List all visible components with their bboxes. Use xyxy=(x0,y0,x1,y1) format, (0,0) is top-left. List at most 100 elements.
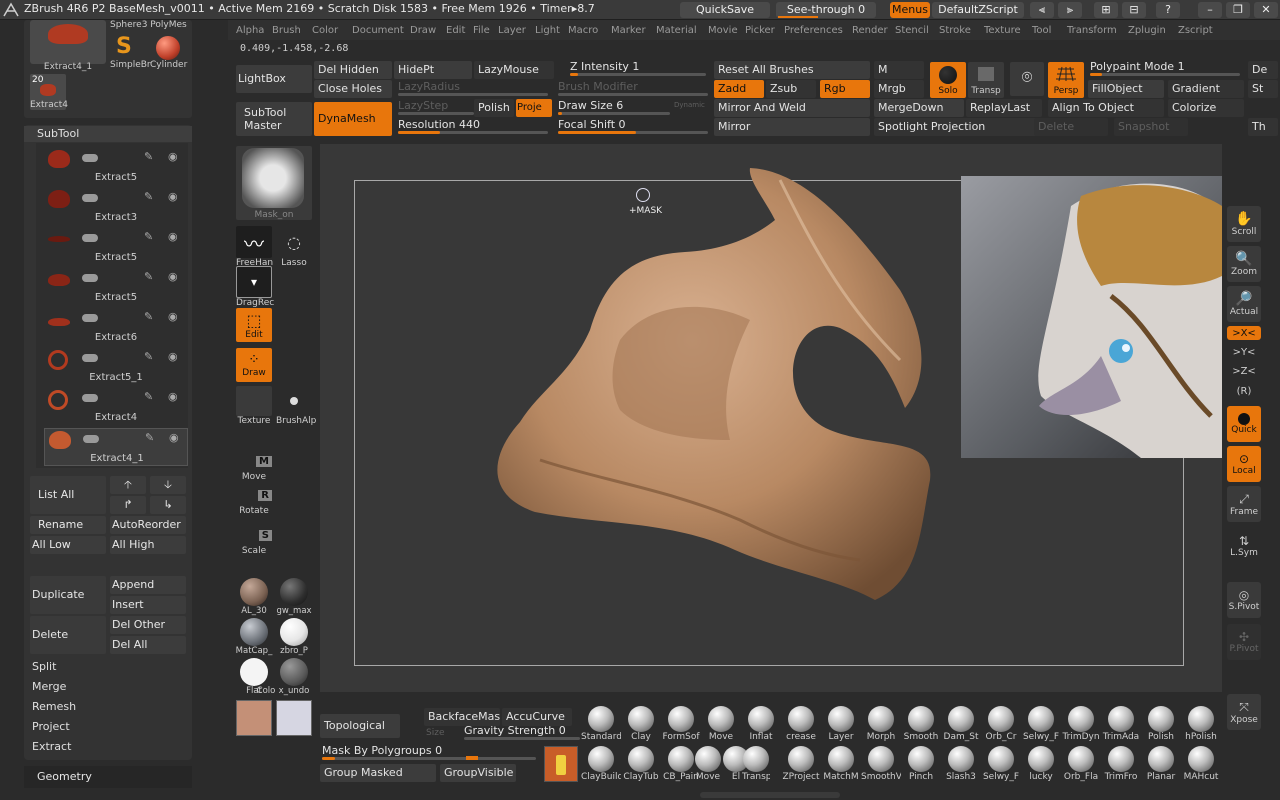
gravity-strength-slider[interactable]: Gravity Strength 0 xyxy=(464,724,580,742)
subtool-toggle[interactable] xyxy=(82,274,98,282)
remesh-section[interactable]: Remesh xyxy=(32,700,76,713)
rename-button[interactable]: Rename xyxy=(30,516,106,534)
sym-y-button[interactable]: >Y< xyxy=(1227,345,1262,359)
brush-slot[interactable]: Move xyxy=(701,706,741,742)
brush-slot[interactable]: Inflat xyxy=(741,706,781,742)
menu-marker[interactable]: Marker xyxy=(611,25,646,36)
material-slot[interactable]: x_undo xyxy=(275,658,313,696)
helmet-sculpt[interactable] xyxy=(480,160,950,610)
hidept-button[interactable]: HidePt xyxy=(394,61,472,79)
mirror-and-weld-button[interactable]: Mirror And Weld xyxy=(714,99,870,117)
scroll-button[interactable]: ✋ Scroll xyxy=(1227,206,1262,242)
material-slot[interactable]: gw_max xyxy=(275,578,313,616)
menu-color[interactable]: Color xyxy=(312,25,338,36)
material-slot[interactable]: AL_30 xyxy=(235,578,273,616)
subtool-row[interactable]: ✎ ◉ Extract4 xyxy=(44,388,188,426)
extract-section[interactable]: Extract xyxy=(32,740,71,753)
polypaint-mode-slider[interactable]: Polypaint Mode 1 xyxy=(1090,60,1240,78)
subtool-row[interactable]: ✎ ◉ Extract5 xyxy=(44,228,188,266)
spotlight-projection-button[interactable]: Spotlight Projection xyxy=(874,118,1054,136)
st-button[interactable]: St xyxy=(1248,80,1278,98)
mrgb-button[interactable]: Mrgb xyxy=(874,80,924,98)
brush-slot[interactable]: MAHcut xyxy=(1181,746,1221,782)
menu-material[interactable]: Material xyxy=(656,25,697,36)
mergedown-button[interactable]: MergeDown xyxy=(874,99,964,117)
menus-button[interactable]: Menus xyxy=(890,2,930,18)
camera-icon[interactable]: ⌾ xyxy=(1010,62,1044,96)
menu-alpha[interactable]: Alpha xyxy=(236,25,264,36)
autoreorder-button[interactable]: AutoReorder xyxy=(110,516,186,534)
delete-button-dim[interactable]: Delete xyxy=(1034,118,1108,136)
brush-alpha-preview[interactable]: Mask_on xyxy=(236,146,312,220)
lsym-button[interactable]: ⇅ L.Sym xyxy=(1227,528,1262,564)
mirror-button[interactable]: Mirror xyxy=(714,118,870,136)
secondary-color-swatch[interactable] xyxy=(276,700,312,736)
menu-edit[interactable]: Edit xyxy=(446,25,465,36)
project-button[interactable]: Proje xyxy=(516,99,552,117)
brush-slot[interactable]: Standard xyxy=(581,706,621,742)
lazystep-slider[interactable]: LazyStep xyxy=(398,99,474,117)
quicksave-button[interactable]: QuickSave xyxy=(680,2,770,18)
brush-slot[interactable]: Transpo xyxy=(742,746,770,782)
persp-button[interactable]: Persp xyxy=(1048,62,1084,98)
menu-texture[interactable]: Texture xyxy=(984,25,1021,36)
layout-prev-icon[interactable]: ⫷ xyxy=(1030,2,1054,18)
rotate-mode-button[interactable]: R Rotate xyxy=(236,484,272,516)
main-color-swatch[interactable] xyxy=(236,700,272,736)
layout-next-icon[interactable]: ⫸ xyxy=(1058,2,1082,18)
brush-slot[interactable]: crease xyxy=(781,706,821,742)
lightbox-button[interactable]: LightBox xyxy=(236,65,312,93)
brush-slot[interactable]: Pinch xyxy=(901,746,941,782)
menu-render[interactable]: Render xyxy=(852,25,888,36)
brush-slot[interactable]: MatchM xyxy=(821,746,861,782)
help-icon[interactable]: ? xyxy=(1156,2,1180,18)
menu-file[interactable]: File xyxy=(473,25,490,36)
menu-zscript[interactable]: Zscript xyxy=(1178,25,1213,36)
draw-size-slider[interactable]: Draw Size 6 xyxy=(558,99,670,117)
duplicate-button[interactable]: Duplicate xyxy=(30,576,106,614)
zadd-button[interactable]: Zadd xyxy=(714,80,764,98)
menu-light[interactable]: Light xyxy=(535,25,560,36)
brush-alpha-slot[interactable]: BrushAlp xyxy=(276,386,316,426)
edit-mode-button[interactable]: ⬚ Edit xyxy=(236,308,272,342)
move-down-icon[interactable]: ↳ xyxy=(150,496,186,514)
align-to-object-button[interactable]: Align To Object xyxy=(1048,99,1164,117)
menu-stencil[interactable]: Stencil xyxy=(895,25,929,36)
subtool-row[interactable]: ✎ ◉ Extract5 xyxy=(44,268,188,306)
subtool-row[interactable]: ✎ ◉ Extract3 xyxy=(44,188,188,226)
eye-icon[interactable]: ◉ xyxy=(168,191,182,203)
subtool-toggle[interactable] xyxy=(82,314,98,322)
menu-brush[interactable]: Brush xyxy=(272,25,301,36)
menu-preferences[interactable]: Preferences xyxy=(784,25,843,36)
reset-all-brushes-button[interactable]: Reset All Brushes xyxy=(714,61,870,79)
menu-transform[interactable]: Transform xyxy=(1067,25,1117,36)
brush-slot[interactable]: Polish xyxy=(1141,706,1181,742)
m-button[interactable]: M xyxy=(874,61,924,79)
brush-slot[interactable]: ClayTub xyxy=(621,746,661,782)
brush-slot[interactable]: TrimFro xyxy=(1101,746,1141,782)
ppivot-button[interactable]: ✣ P.Pivot xyxy=(1227,624,1262,660)
subtool-master-button[interactable]: SubTool Master xyxy=(236,102,312,136)
menu-document[interactable]: Document xyxy=(352,25,404,36)
sym-x-button[interactable]: >X< xyxy=(1227,326,1262,340)
menu-layer[interactable]: Layer xyxy=(498,25,526,36)
maximize-icon[interactable]: ❐ xyxy=(1226,2,1250,18)
move-up-icon[interactable]: ↱ xyxy=(110,496,146,514)
menu-tool[interactable]: Tool xyxy=(1032,25,1051,36)
eye-icon[interactable]: ◉ xyxy=(168,231,182,243)
eye-icon[interactable]: ◉ xyxy=(168,271,182,283)
minimize-icon[interactable]: – xyxy=(1198,2,1222,18)
close-holes-button[interactable]: Close Holes xyxy=(314,80,392,98)
menu-draw[interactable]: Draw xyxy=(410,25,436,36)
brush-slot[interactable]: lucky xyxy=(1021,746,1061,782)
subtool-toggle[interactable] xyxy=(82,194,98,202)
brush-visibility-icon[interactable]: ✎ xyxy=(144,151,158,163)
subtool-row-selected[interactable]: ✎ ◉ Extract4_1 xyxy=(44,428,188,466)
focal-shift-slider[interactable]: Focal Shift 0 xyxy=(558,118,708,136)
color-label-slot[interactable]: Colo xyxy=(255,658,277,696)
brush-visibility-icon[interactable]: ✎ xyxy=(144,191,158,203)
brush-slot[interactable]: Orb_Cr xyxy=(981,706,1021,742)
texture-slot[interactable]: Texture xyxy=(236,386,272,426)
scale-mode-button[interactable]: S Scale xyxy=(236,524,272,556)
layout-b-icon[interactable]: ⊟ xyxy=(1122,2,1146,18)
